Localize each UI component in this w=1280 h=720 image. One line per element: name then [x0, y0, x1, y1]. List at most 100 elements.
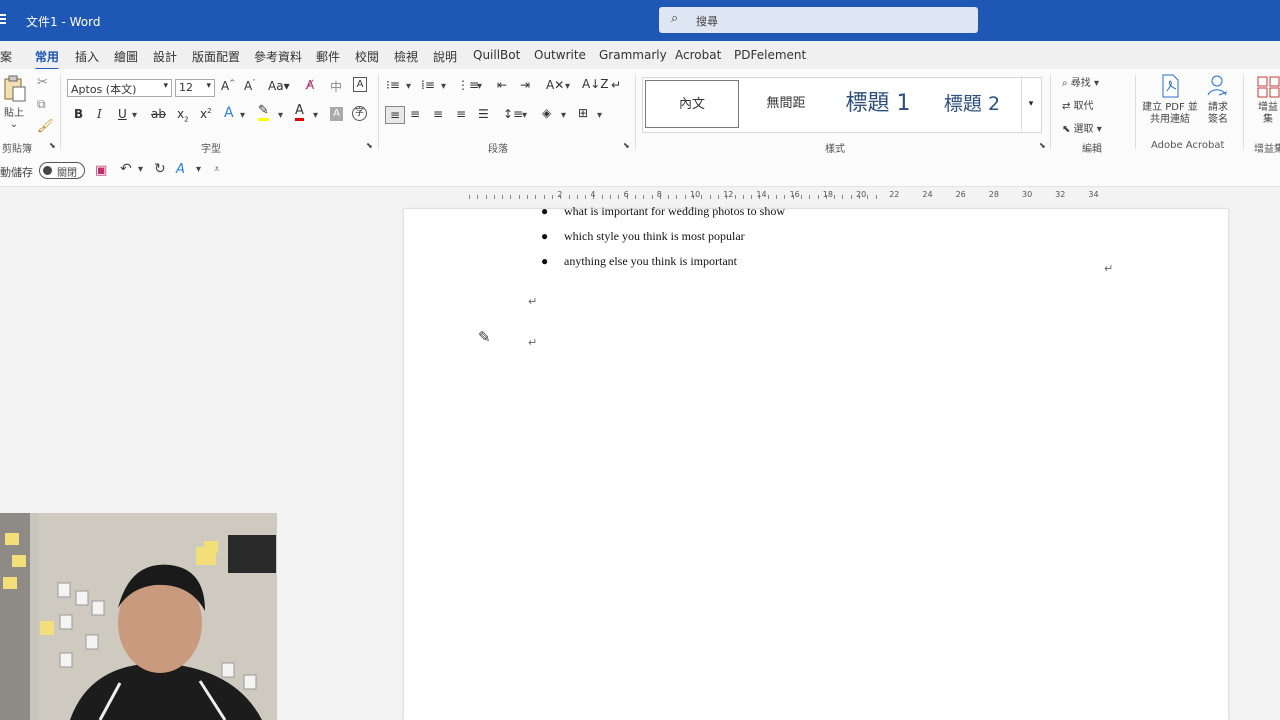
tab-grammarly[interactable]: Grammarly	[599, 48, 667, 62]
save-icon[interactable]: ▣	[95, 163, 107, 178]
tab-pdfelement[interactable]: PDFelement	[734, 48, 806, 62]
align-right-button[interactable]: ≡	[433, 107, 443, 121]
styles-launcher-icon[interactable]: ⬊	[1039, 141, 1046, 150]
clipboard-launcher-icon[interactable]: ⬊	[49, 141, 56, 150]
chevron-down-icon[interactable]: ▾	[477, 81, 482, 92]
select-button[interactable]: ⬉ 選取 ▾	[1062, 120, 1102, 135]
tab-help[interactable]: 說明	[433, 48, 457, 65]
numbering-icon[interactable]: ⁞≡	[421, 78, 435, 92]
sort-icon[interactable]: A↓Z	[582, 77, 608, 91]
chevron-down-icon[interactable]: ▾	[196, 164, 201, 175]
enclose-characters-icon[interactable]: 字	[352, 106, 367, 121]
tab-acrobat[interactable]: Acrobat	[675, 48, 721, 62]
shading-icon[interactable]: ◈	[542, 106, 551, 120]
line-spacing-icon[interactable]: ↕≡	[503, 107, 523, 121]
chevron-down-icon[interactable]: ▾	[132, 110, 137, 121]
tab-file[interactable]: 檔案	[0, 48, 12, 65]
chevron-down-icon[interactable]: ▾	[278, 110, 283, 121]
chevron-down-icon[interactable]: ▾	[565, 81, 570, 92]
ruler-tick	[576, 195, 578, 199]
bullets-icon[interactable]: ⁝≡	[386, 78, 400, 92]
tab-mailings[interactable]: 郵件	[316, 48, 340, 65]
subscript-button[interactable]: x2	[177, 107, 189, 123]
distributed-button[interactable]: ☰	[478, 107, 489, 121]
tab-design[interactable]: 設計	[153, 48, 177, 65]
style-no-spacing[interactable]: 無間距	[743, 80, 829, 128]
chevron-down-icon[interactable]: ▾	[313, 110, 318, 121]
menu-icon[interactable]	[0, 12, 6, 28]
tab-layout[interactable]: 版面配置	[192, 48, 240, 65]
character-shading-icon[interactable]: A	[330, 107, 343, 121]
search-box[interactable]: ⌕ 搜尋	[659, 7, 978, 33]
change-case-icon[interactable]: Aa▾	[268, 79, 290, 93]
bold-button[interactable]: B	[74, 107, 83, 121]
tab-view[interactable]: 檢視	[394, 48, 418, 65]
copy-icon[interactable]: ⧉	[37, 97, 46, 112]
ruler-tick	[610, 195, 611, 199]
chevron-down-icon[interactable]: ▾	[597, 110, 602, 121]
tab-draw[interactable]: 繪圖	[114, 48, 138, 65]
replace-button[interactable]: ⇄ 取代	[1062, 97, 1094, 112]
chevron-down-icon[interactable]: ▾	[561, 110, 566, 121]
redo-icon[interactable]: ↻	[154, 161, 166, 177]
character-border-icon[interactable]: A	[353, 77, 367, 92]
cut-icon[interactable]: ✂	[37, 75, 48, 90]
text-style-icon[interactable]: A	[176, 162, 185, 177]
style-heading-2[interactable]: 標題 2	[927, 80, 1017, 128]
document-page[interactable]: ● what is important for wedding photos to…	[404, 204, 1228, 720]
align-left-button[interactable]: ≡	[385, 106, 405, 124]
grow-font-icon[interactable]: A^	[221, 79, 235, 93]
list-item[interactable]: ● what is important for wedding photos to…	[541, 204, 785, 219]
paste-button[interactable]: 貼上 ⌄	[0, 75, 28, 130]
paragraph-launcher-icon[interactable]: ⬊	[623, 141, 630, 150]
tab-quillbot[interactable]: QuillBot	[473, 48, 520, 62]
addins-button[interactable]: 增益集	[1254, 75, 1280, 126]
font-name-combo[interactable]: Aptos (本文) ▾	[67, 79, 172, 97]
italic-button[interactable]: I	[97, 107, 102, 121]
undo-icon[interactable]: ↶	[120, 161, 132, 177]
tab-home[interactable]: 常用	[35, 48, 60, 71]
font-size-combo[interactable]: 12 ▾	[175, 79, 215, 97]
style-heading-1[interactable]: 標題 1	[833, 80, 923, 128]
horizontal-ruler[interactable]: 2 4 6 8 10 12 14 16 18 20 22 24 26 28 30 32 34	[404, 188, 1228, 206]
show-marks-icon[interactable]: ↵	[611, 78, 621, 92]
multilevel-list-icon[interactable]: ⋮≡	[457, 78, 479, 92]
chevron-down-icon[interactable]: ▾	[240, 110, 245, 121]
ai-pen-icon[interactable]: ✎	[478, 328, 491, 346]
clear-format-icon[interactable]: A̸	[306, 78, 314, 92]
text-effects-icon[interactable]: A	[224, 105, 234, 121]
chevron-down-icon[interactable]: ▾	[441, 81, 446, 92]
underline-button[interactable]: U	[118, 107, 127, 121]
list-item[interactable]: ● anything else you think is important	[541, 254, 737, 269]
font-launcher-icon[interactable]: ⬊	[366, 141, 373, 150]
style-normal[interactable]: 內文	[645, 80, 739, 128]
strikethrough-button[interactable]: ab	[151, 107, 166, 121]
find-button[interactable]: ⌕ 尋找 ▾	[1062, 74, 1099, 89]
tab-insert[interactable]: 插入	[75, 48, 99, 65]
chevron-down-icon[interactable]: ▾	[138, 164, 143, 175]
font-color-icon[interactable]: A	[295, 104, 304, 121]
align-center-button[interactable]: ≡	[410, 107, 420, 121]
list-item[interactable]: ● which style you think is most popular	[541, 229, 745, 244]
format-painter-icon[interactable]: 🖌	[37, 119, 54, 134]
tab-references[interactable]: 參考資料	[254, 48, 302, 65]
chevron-down-icon[interactable]: ▾	[406, 81, 411, 92]
autosave-toggle[interactable]: 關閉	[39, 162, 85, 179]
highlight-icon[interactable]: ✎	[258, 104, 269, 121]
customize-qat-icon[interactable]: ⩡	[214, 164, 220, 175]
tab-outwrite[interactable]: Outwrite	[534, 48, 586, 62]
tab-review[interactable]: 校閱	[355, 48, 379, 65]
superscript-button[interactable]: x2	[200, 107, 212, 121]
styles-more-icon[interactable]: ▾	[1021, 78, 1040, 130]
create-pdf-button[interactable]: 建立 PDF 並共用連結	[1140, 73, 1200, 126]
phonetic-guide-icon[interactable]: 中	[330, 78, 342, 95]
asian-layout-icon[interactable]: A✕	[546, 78, 564, 92]
shrink-font-icon[interactable]: Aˇ	[244, 79, 256, 93]
decrease-indent-icon[interactable]: ⇤	[497, 78, 507, 92]
ruler-tick	[875, 195, 877, 199]
request-signature-button[interactable]: 請求簽名	[1203, 73, 1233, 126]
chevron-down-icon[interactable]: ▾	[522, 110, 527, 121]
increase-indent-icon[interactable]: ⇥	[520, 78, 530, 92]
borders-icon[interactable]: ⊞	[578, 106, 588, 120]
justify-button[interactable]: ≡	[456, 107, 466, 121]
